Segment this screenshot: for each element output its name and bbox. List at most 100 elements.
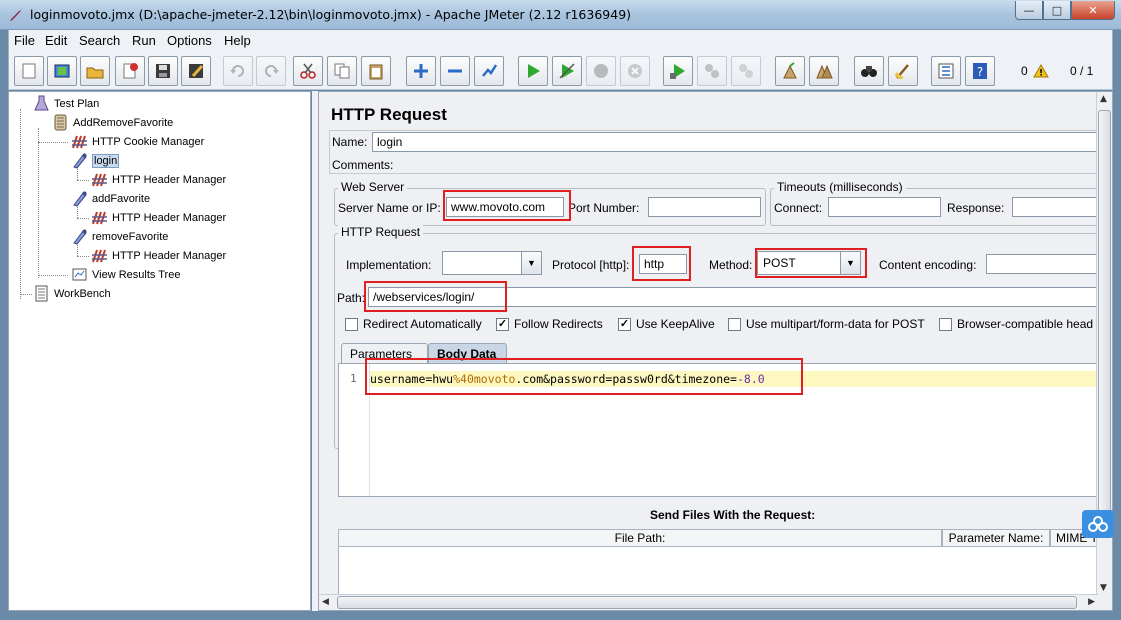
search-icon[interactable] [854, 56, 884, 86]
templates-icon[interactable] [47, 56, 77, 86]
sampler-icon [73, 191, 87, 207]
start-icon[interactable] [518, 56, 548, 86]
path-label: Path: [337, 291, 366, 305]
close-icon[interactable] [115, 56, 145, 86]
menu-edit[interactable]: Edit [45, 33, 67, 48]
clear-icon[interactable] [775, 56, 805, 86]
tree-node-label: HTTP Header Manager [112, 173, 227, 186]
scrollbar-thumb[interactable] [1098, 110, 1111, 530]
shutdown-icon[interactable] [620, 56, 650, 86]
annotation-box-server [443, 190, 571, 221]
thread-group-icon [54, 114, 67, 131]
scroll-down-icon[interactable]: ▼ [1100, 583, 1107, 593]
annotation-box-protocol [632, 246, 691, 281]
minimize-button[interactable]: — [1015, 1, 1043, 20]
menu-file[interactable]: File [14, 33, 35, 48]
redo-icon[interactable] [256, 56, 286, 86]
connect-label: Connect: [774, 201, 823, 215]
comments-label: Comments: [332, 158, 394, 172]
scroll-right-icon[interactable]: ▶ [1088, 597, 1095, 607]
collapse-icon[interactable] [440, 56, 470, 86]
horizontal-scrollbar[interactable]: ◀ ▶ [319, 594, 1098, 610]
annotation-box-path [364, 281, 507, 312]
tree-node-workbench[interactable]: WorkBench [33, 285, 111, 302]
tree-node-thread-group[interactable]: AddRemoveFavorite [52, 114, 173, 131]
tree-node-label: Test Plan [54, 97, 100, 110]
tree-node-login[interactable]: login [71, 152, 120, 169]
file-path-column-header[interactable]: File Path: [338, 529, 942, 547]
reset-search-icon[interactable] [888, 56, 918, 86]
test-plan-tree: Test Plan AddRemoveFavorite HTTP Cookie … [8, 91, 311, 611]
port-label: Port Number: [568, 201, 640, 215]
tree-node-header-manager-remove[interactable]: HTTP Header Manager [91, 247, 226, 264]
tree-node-label: HTTP Header Manager [112, 211, 227, 224]
undo-icon[interactable] [223, 56, 253, 86]
tree-node-view-results-tree[interactable]: View Results Tree [71, 266, 180, 283]
checkbox-label: Browser-compatible head [957, 317, 1094, 331]
remote-start-icon[interactable] [663, 56, 693, 86]
help-icon[interactable]: ? [965, 56, 995, 86]
copy-icon[interactable] [327, 56, 357, 86]
name-field[interactable]: login [372, 132, 1098, 152]
menu-run[interactable]: Run [132, 33, 156, 48]
scroll-left-icon[interactable]: ◀ [322, 597, 329, 607]
tree-node-label: WorkBench [54, 287, 111, 300]
tree-node-header-manager-add[interactable]: HTTP Header Manager [91, 209, 226, 226]
new-icon[interactable] [14, 56, 44, 86]
toggle-icon[interactable] [474, 56, 504, 86]
tree-node-label: HTTP Header Manager [112, 249, 227, 262]
open-icon[interactable] [80, 56, 110, 86]
tree-node-cookie-manager[interactable]: HTTP Cookie Manager [71, 133, 204, 150]
connect-timeout-field[interactable] [828, 197, 941, 217]
listener-icon [72, 268, 87, 281]
tree-node-add-favorite[interactable]: addFavorite [71, 190, 150, 207]
follow-redirects-checkbox[interactable]: ✓ Follow Redirects [496, 317, 603, 331]
checkmark-icon: ✓ [496, 317, 509, 331]
config-element-icon [92, 249, 107, 263]
menu-help[interactable]: Help [224, 33, 251, 48]
title-bar: loginmovoto.jmx (D:\apache-jmeter-2.12\b… [0, 0, 1121, 30]
function-helper-icon[interactable] [931, 56, 961, 86]
close-window-button[interactable]: ✕ [1071, 1, 1115, 20]
toolbar: ? 0 0 / 1 [8, 52, 1113, 90]
checkbox-box [939, 317, 952, 331]
remote-stop-icon[interactable] [697, 56, 727, 86]
server-name-label: Server Name or IP: [338, 201, 441, 215]
menu-options[interactable]: Options [167, 33, 212, 48]
checkbox-label: Use KeepAlive [636, 317, 715, 331]
menu-search[interactable]: Search [79, 33, 120, 48]
save-as-icon[interactable] [181, 56, 211, 86]
parameter-name-column-header[interactable]: Parameter Name: [942, 529, 1050, 547]
tree-node-label: AddRemoveFavorite [73, 116, 174, 129]
content-encoding-field[interactable] [986, 254, 1101, 274]
maximize-button[interactable]: □ [1043, 1, 1071, 20]
browser-compatible-checkbox[interactable]: Browser-compatible head [939, 317, 1093, 331]
scrollbar-thumb[interactable] [337, 596, 1077, 609]
annotation-box-method [755, 248, 867, 278]
test-plan-icon [34, 95, 49, 111]
tree-node-test-plan[interactable]: Test Plan [33, 95, 99, 112]
scroll-up-icon[interactable]: ▲ [1100, 94, 1107, 104]
files-table-body[interactable] [338, 547, 1100, 595]
name-label: Name: [332, 135, 368, 149]
warning-icon [1033, 64, 1049, 78]
redirect-automatically-checkbox[interactable]: Redirect Automatically [345, 317, 482, 331]
stop-icon[interactable] [586, 56, 616, 86]
start-no-pause-icon[interactable] [552, 56, 582, 86]
multipart-checkbox[interactable]: Use multipart/form-data for POST [728, 317, 925, 331]
tree-node-remove-favorite[interactable]: removeFavorite [71, 228, 168, 245]
expand-icon[interactable] [406, 56, 436, 86]
checkbox-label: Follow Redirects [514, 317, 603, 331]
tree-node-header-manager-login[interactable]: HTTP Header Manager [91, 171, 226, 188]
implementation-select[interactable]: ▼ [442, 251, 542, 275]
use-keepalive-checkbox[interactable]: ✓ Use KeepAlive [618, 317, 715, 331]
save-icon[interactable] [148, 56, 178, 86]
clear-all-icon[interactable] [809, 56, 839, 86]
paste-icon[interactable] [361, 56, 391, 86]
error-count: 0 [1021, 64, 1028, 78]
cut-icon[interactable] [293, 56, 323, 86]
response-timeout-field[interactable] [1012, 197, 1102, 217]
cloud-widget-icon[interactable] [1082, 510, 1114, 538]
port-field[interactable] [648, 197, 761, 217]
remote-shutdown-icon[interactable] [731, 56, 761, 86]
